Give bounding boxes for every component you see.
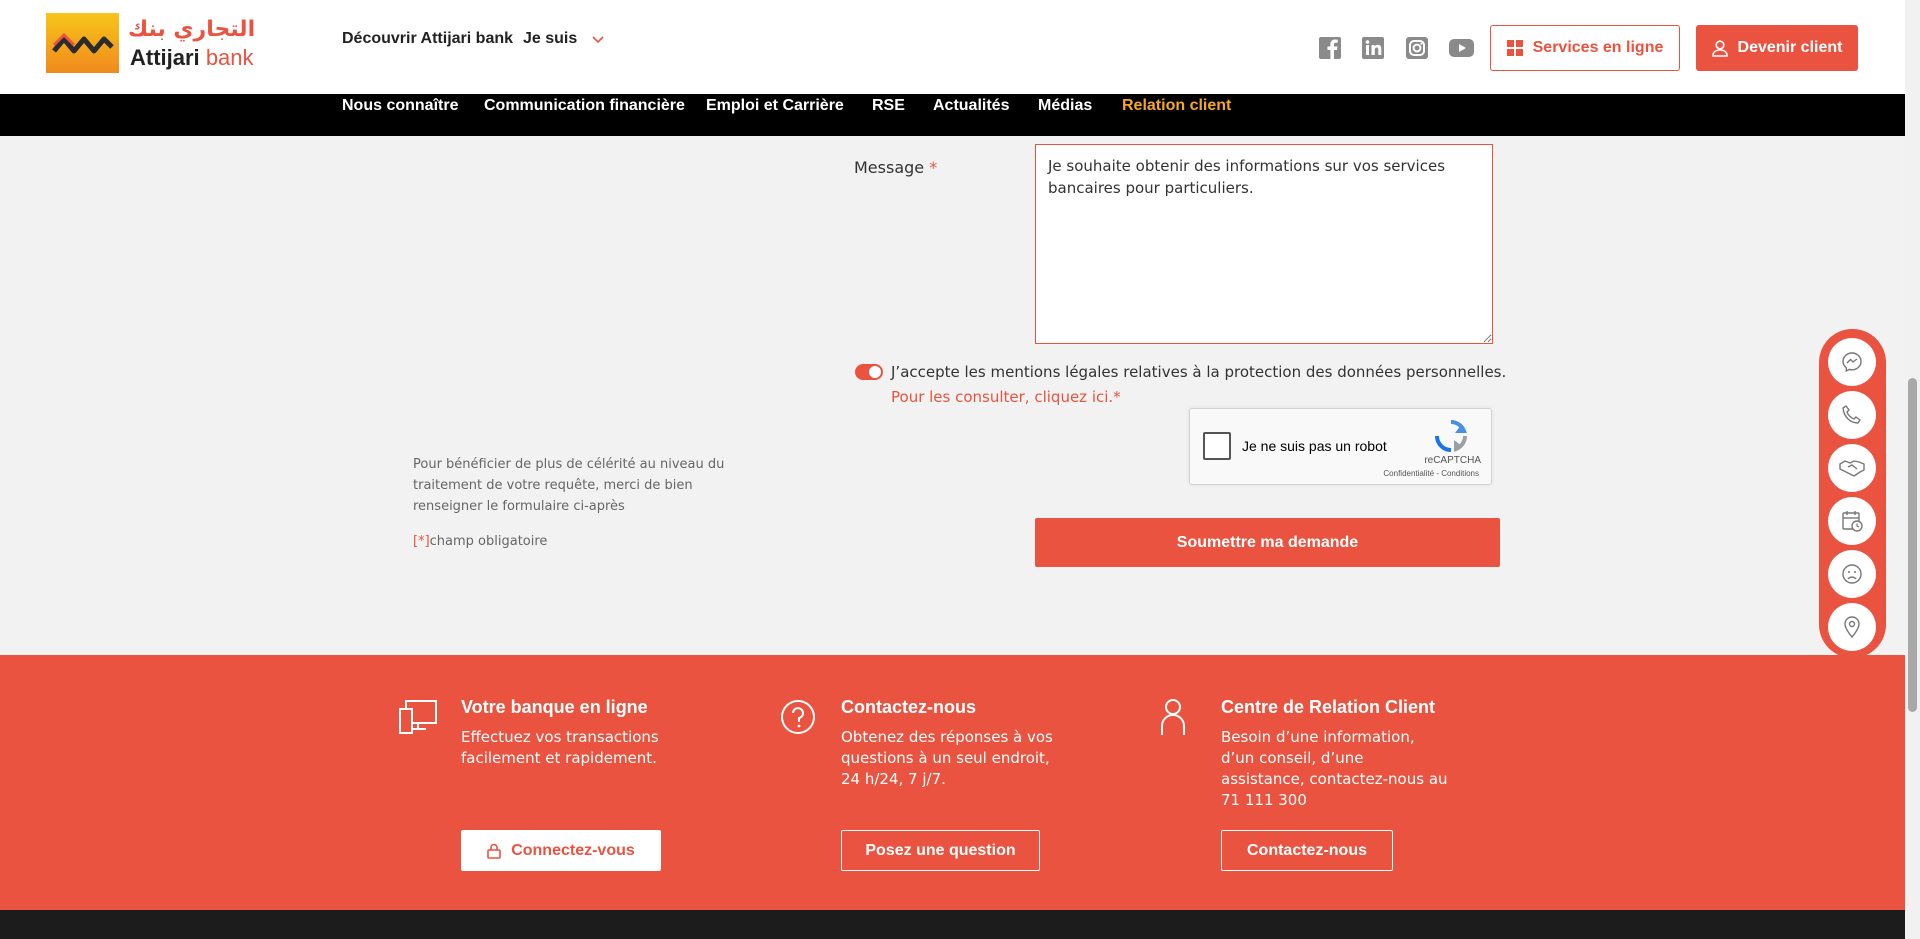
logo-mark-icon	[46, 13, 119, 73]
grid-icon	[1506, 40, 1523, 56]
footer-col1-text: Effectuez vos transactions facilement et…	[461, 728, 659, 767]
posez-une-question-button[interactable]: Posez une question	[841, 830, 1040, 871]
phone-icon[interactable]	[1828, 391, 1876, 439]
footer-col3-title: Centre de Relation Client	[1221, 697, 1436, 717]
recaptcha-checkbox[interactable]	[1203, 432, 1231, 460]
facebook-icon[interactable]	[1318, 36, 1342, 60]
consent-text: J’accepte les mentions légales relatives…	[891, 363, 1507, 381]
connectez-vous-button[interactable]: Connectez-vous	[461, 830, 661, 871]
submit-button[interactable]: Soumettre ma demande	[1035, 518, 1500, 567]
message-label: Message *	[854, 158, 937, 177]
topnav-jesuis[interactable]: Je suis	[523, 30, 577, 48]
footer-col2-text: Obtenez des réponses à vos questions à u…	[841, 728, 1053, 788]
logo-latin-text: Attijari bank	[130, 45, 254, 71]
footer-col3-text: Besoin d’une information, d’un conseil, …	[1221, 728, 1448, 809]
location-pin-icon[interactable]	[1828, 603, 1876, 651]
required-field-note: [*]champ obligatoire	[413, 534, 547, 549]
devenir-client-label: Devenir client	[1737, 39, 1843, 56]
consent-link[interactable]: Pour les consulter, cliquez ici.*	[891, 388, 1121, 406]
required-field-text: champ obligatoire	[429, 534, 548, 549]
consent-toggle[interactable]	[855, 364, 883, 380]
nav-medias[interactable]: Médias	[1038, 97, 1092, 115]
page-scrollbar-thumb[interactable]	[1908, 378, 1917, 712]
calendar-clock-icon[interactable]	[1828, 497, 1876, 545]
nav-relation-client[interactable]: Relation client	[1122, 97, 1231, 115]
handshake-icon[interactable]	[1828, 444, 1876, 492]
services-en-ligne-label: Services en ligne	[1532, 39, 1664, 56]
services-en-ligne-button[interactable]: Services en ligne	[1490, 25, 1680, 71]
form-help-text: Pour bénéficier de plus de célérité au n…	[413, 457, 725, 514]
attijari-logo[interactable]: التجاري بنك Attijari bank	[46, 13, 256, 73]
sad-face-icon[interactable]	[1828, 550, 1876, 598]
nav-emploi-carriere[interactable]: Emploi et Carrière	[706, 97, 844, 115]
site-header: التجاري بنك Attijari bank Découvrir Atti…	[0, 0, 1905, 94]
footer-col1-title: Votre banque en ligne	[461, 697, 648, 717]
recaptcha-label: Je ne suis pas un robot	[1242, 438, 1387, 454]
user-icon	[1711, 39, 1728, 57]
connectez-vous-label: Connectez-vous	[511, 841, 635, 859]
logo-arabic-text: التجاري بنك	[128, 17, 256, 42]
devices-icon	[398, 699, 438, 739]
recaptcha-terms[interactable]: Confidentialité - Conditions	[1383, 469, 1479, 478]
person-icon	[1160, 698, 1186, 740]
floating-contact-panel	[1819, 329, 1886, 658]
nav-rse[interactable]: RSE	[872, 97, 905, 115]
nav-nous-connaitre[interactable]: Nous connaître	[342, 97, 458, 115]
main-navigation: Nous connaître Communication financière …	[0, 94, 1905, 136]
topnav-discover[interactable]: Découvrir Attijari bank	[342, 30, 513, 48]
linkedin-icon[interactable]	[1361, 36, 1385, 60]
nav-actualites[interactable]: Actualités	[933, 97, 1009, 115]
chevron-down-icon[interactable]	[592, 33, 604, 48]
recaptcha-widget: Je ne suis pas un robot reCAPTCHA Confid…	[1189, 408, 1492, 485]
devenir-client-button[interactable]: Devenir client	[1696, 25, 1858, 71]
footer-services: Votre banque en ligne Effectuez vos tran…	[0, 655, 1905, 910]
logo-name-light: bank	[205, 45, 254, 70]
recaptcha-brand: reCAPTCHA	[1424, 455, 1481, 466]
youtube-icon[interactable]	[1448, 36, 1475, 60]
footer-col2-title: Contactez-nous	[841, 697, 976, 717]
required-mark: *	[929, 158, 938, 177]
message-label-text: Message	[854, 158, 925, 177]
required-field-mark: [*]	[413, 534, 430, 549]
logo-name-bold: Attijari	[130, 45, 200, 70]
messenger-icon[interactable]	[1828, 338, 1876, 386]
instagram-icon[interactable]	[1405, 36, 1429, 60]
contactez-nous-button[interactable]: Contactez-nous	[1221, 830, 1393, 871]
recaptcha-logo-icon	[1434, 419, 1468, 457]
nav-communication-financiere[interactable]: Communication financière	[484, 97, 685, 115]
lock-icon	[487, 843, 502, 859]
footer-bottom-bar	[0, 910, 1905, 939]
message-textarea[interactable]: Je souhaite obtenir des informations sur…	[1035, 144, 1493, 344]
question-icon	[780, 699, 816, 739]
